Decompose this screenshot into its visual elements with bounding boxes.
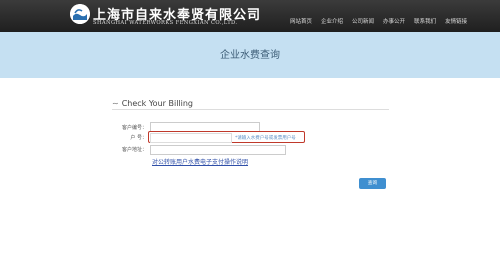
section-title: Check Your Billing [121, 99, 194, 108]
page-title: 企业水费查询 [220, 50, 280, 61]
customer-addr-label: 客户地址： [121, 147, 147, 153]
nav-public-affairs[interactable]: 办事公开 [383, 17, 405, 25]
customer-no-label: 客户编号： [121, 125, 147, 131]
account-label: 户 号： [130, 135, 147, 141]
nav-news[interactable]: 公司新闻 [352, 17, 374, 25]
main-nav: 网站首页 企业介绍 公司新闻 办事公开 联系我们 友情链接 [290, 17, 476, 25]
nav-about[interactable]: 企业介绍 [321, 17, 343, 25]
query-button[interactable]: 查询 [359, 178, 386, 189]
account-hint: *请输入水费户号或发票用户号 [235, 136, 296, 141]
wave-icon: ∼ [112, 99, 119, 108]
customer-addr-input[interactable] [150, 145, 286, 155]
company-logo-icon[interactable] [70, 4, 90, 24]
nav-links[interactable]: 友情链接 [445, 17, 467, 25]
account-input[interactable] [150, 133, 232, 143]
company-name-en: SHANGHAI WATERWORKS FENGXIAN CO.,LTD. [93, 20, 238, 26]
nav-home[interactable]: 网站首页 [290, 17, 312, 25]
payment-guide-link[interactable]: 对公转账用户水费电子支付操作说明 [152, 157, 248, 166]
section-divider [112, 109, 389, 110]
site-header: 上海市自来水奉贤有限公司 SHANGHAI WATERWORKS FENGXIA… [0, 0, 500, 32]
section-heading: ∼ Check Your Billing [112, 99, 193, 108]
page-banner: 企业水费查询 [0, 32, 500, 78]
main-content [0, 78, 500, 261]
nav-contact[interactable]: 联系我们 [414, 17, 436, 25]
